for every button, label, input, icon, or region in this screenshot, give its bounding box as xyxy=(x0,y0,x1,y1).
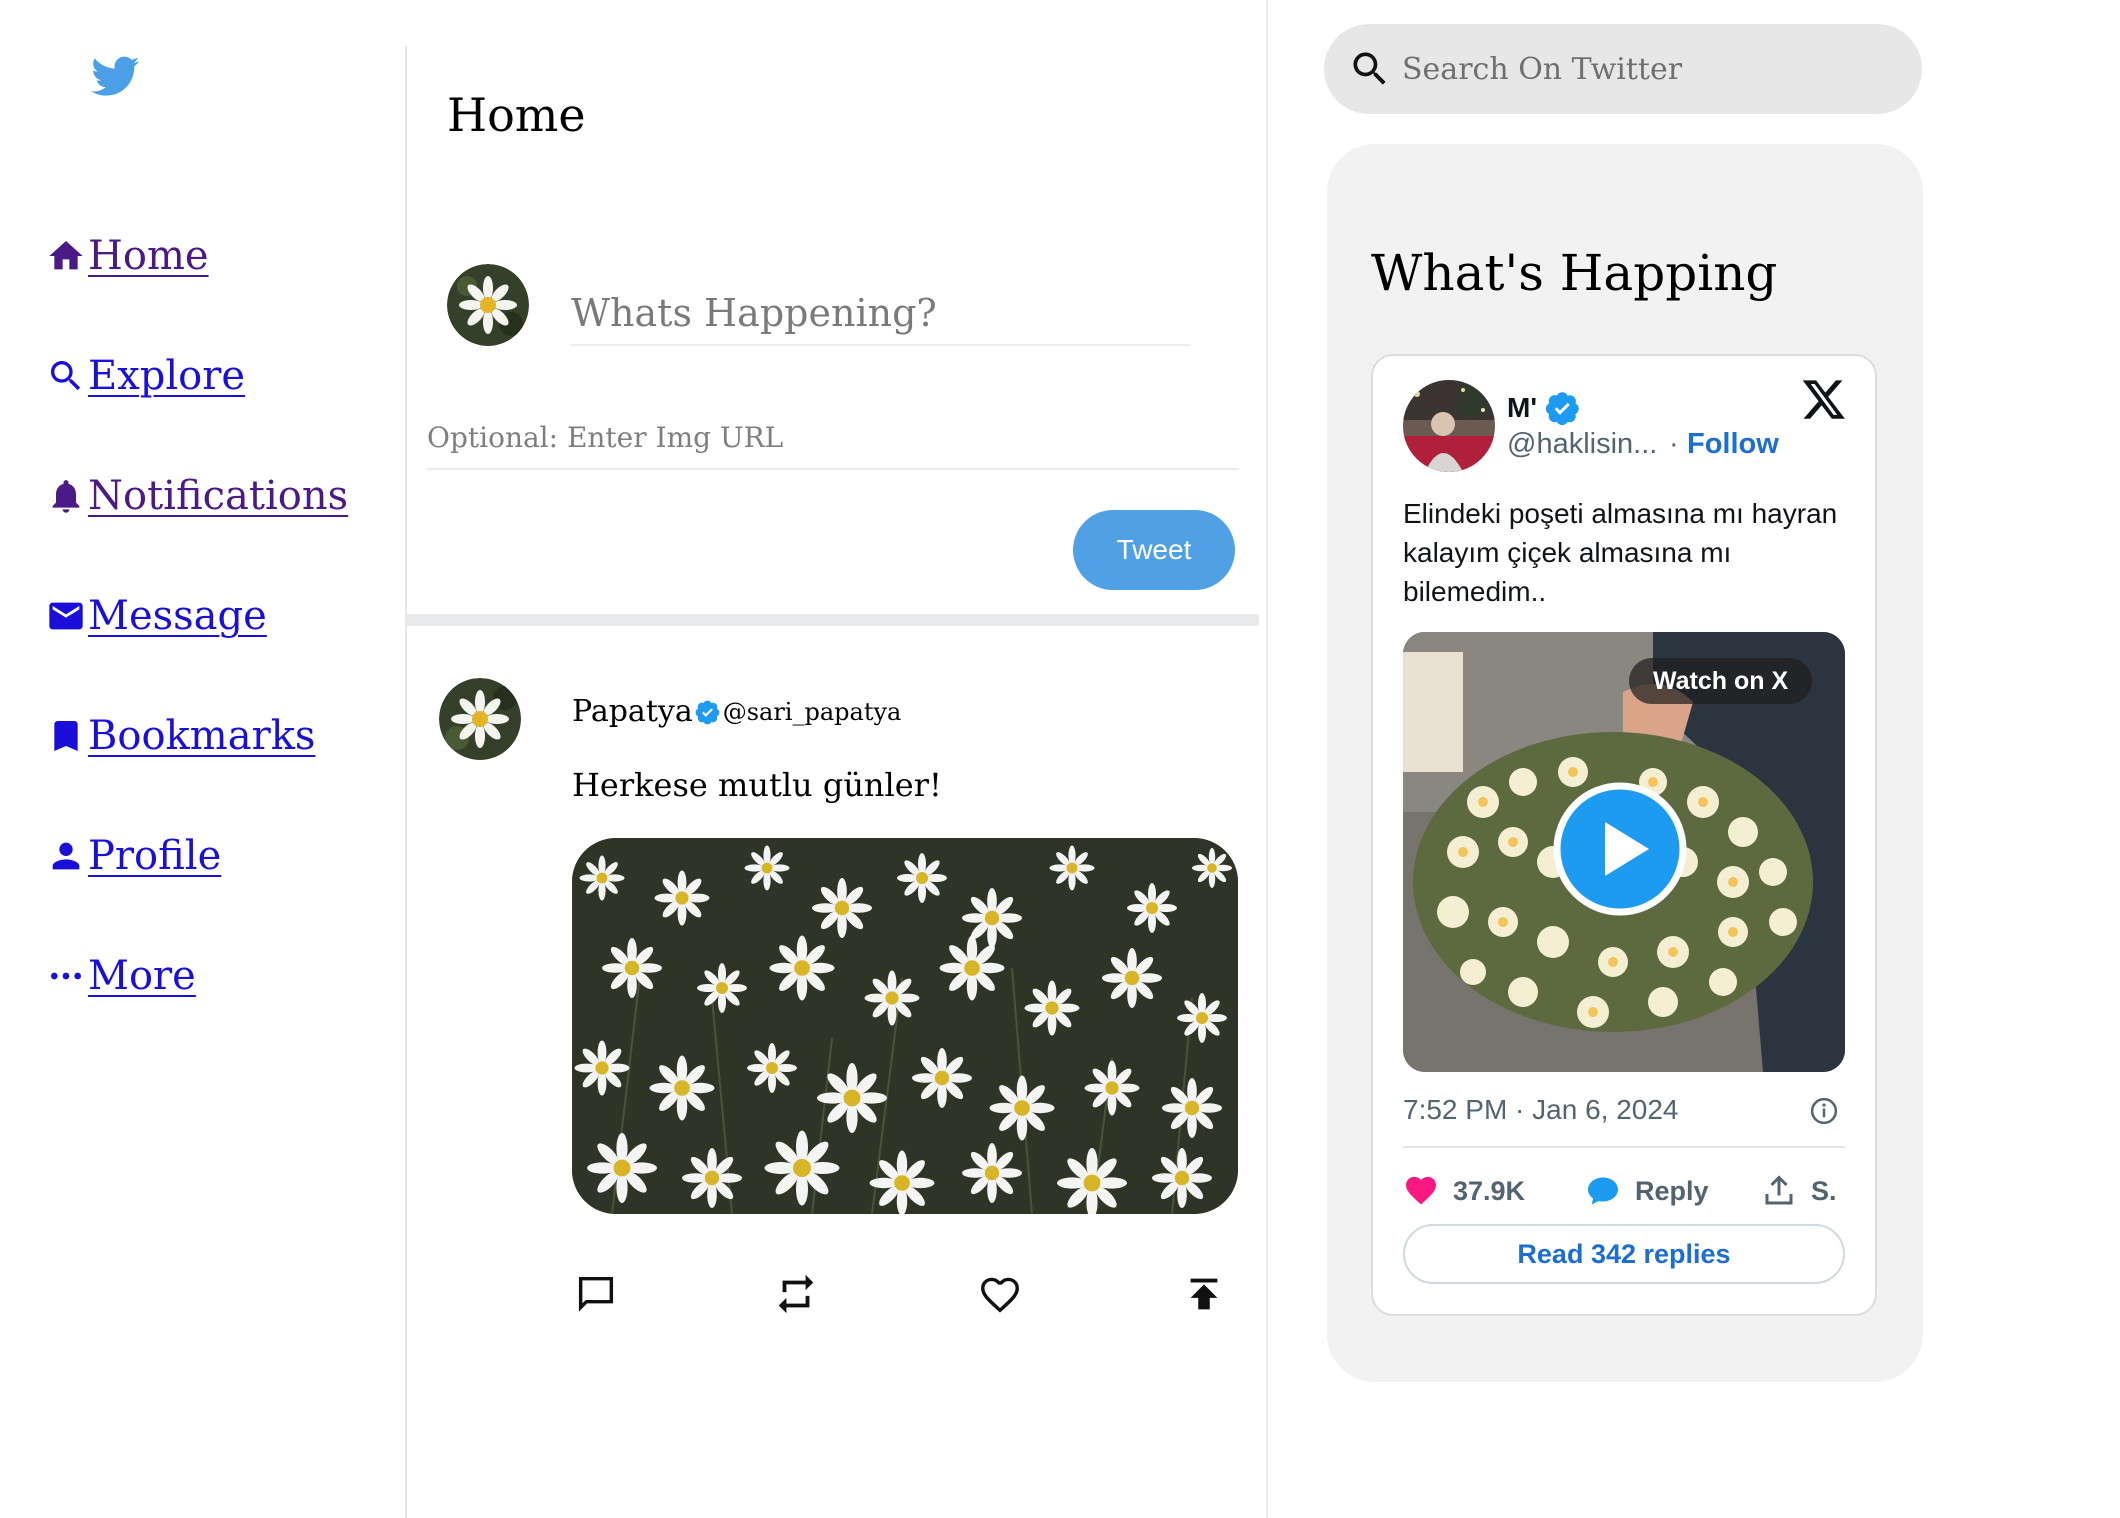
compose-avatar[interactable] xyxy=(447,264,529,346)
share-icon xyxy=(1765,1175,1793,1205)
post-avatar[interactable] xyxy=(439,678,521,760)
post-image[interactable] xyxy=(572,838,1238,1214)
post-text: Herkese mutlu günler! xyxy=(572,766,942,804)
person-icon xyxy=(46,836,86,876)
post-author-handle[interactable]: @sari_papatya xyxy=(723,698,902,726)
post-author-name[interactable]: Papatya xyxy=(572,694,693,729)
twitter-clone-page: Home Explore Notifications Message Bookm… xyxy=(0,0,2120,1518)
compose-tweet-input[interactable] xyxy=(571,282,1191,346)
post-header: Papatya @sari_papatya xyxy=(572,694,901,729)
heart-icon xyxy=(1406,1176,1436,1205)
bookmark-icon xyxy=(46,716,86,756)
bell-icon xyxy=(46,476,86,516)
whats-happening-panel: What's Happing M' @haklisin... · Follow … xyxy=(1327,144,1923,1382)
sidebar-item-label: Message xyxy=(88,593,267,639)
twitter-bird-icon[interactable] xyxy=(88,52,144,100)
search-bar[interactable] xyxy=(1324,24,1922,114)
info-icon[interactable] xyxy=(1809,1096,1839,1126)
embed-divider xyxy=(1403,1146,1845,1148)
embed-share-button[interactable]: S. xyxy=(1761,1166,1837,1216)
embed-actions: 37.9K Reply S. xyxy=(1403,1166,1853,1216)
more-dots-icon xyxy=(46,956,86,996)
sidebar-item-label: Home xyxy=(88,233,209,279)
x-logo-icon[interactable] xyxy=(1801,376,1847,422)
verified-badge-icon xyxy=(695,700,720,724)
embed-reply-button[interactable]: Reply xyxy=(1585,1166,1709,1216)
embed-author-name[interactable]: M' xyxy=(1507,390,1581,426)
sidebar-item-profile[interactable]: Profile xyxy=(46,796,348,916)
sidebar-item-label: Profile xyxy=(88,833,222,879)
watch-on-x-button[interactable]: Watch on X xyxy=(1629,658,1813,704)
embed-avatar[interactable] xyxy=(1403,380,1495,472)
sidebar-item-message[interactable]: Message xyxy=(46,556,348,676)
sidebar-item-notifications[interactable]: Notifications xyxy=(46,436,348,556)
embed-timestamp[interactable]: 7:52 PM · Jan 6, 2024 xyxy=(1403,1094,1679,1126)
follow-link[interactable]: Follow xyxy=(1687,428,1779,461)
comment-icon[interactable] xyxy=(572,1270,620,1318)
embed-like-button[interactable]: 37.9K xyxy=(1403,1166,1525,1216)
home-icon xyxy=(46,236,86,276)
search-icon xyxy=(46,356,86,396)
sidebar-item-explore[interactable]: Explore xyxy=(46,316,348,436)
share-label: S. xyxy=(1811,1175,1837,1206)
main-feed: Home Tweet xyxy=(407,0,1267,1518)
sidebar-item-home[interactable]: Home xyxy=(46,196,348,316)
sidebar-item-label: Explore xyxy=(88,353,246,399)
search-input[interactable] xyxy=(1402,51,1902,87)
like-heart-icon[interactable] xyxy=(976,1270,1024,1318)
sidebar: Home Explore Notifications Message Bookm… xyxy=(0,0,406,1518)
sidebar-item-label: More xyxy=(88,953,196,999)
sidebar-item-more[interactable]: More xyxy=(46,916,348,1036)
embed-author-name-text: M' xyxy=(1507,392,1537,423)
separator-dot: · xyxy=(1669,428,1679,460)
tweet-button[interactable]: Tweet xyxy=(1073,510,1235,590)
main-divider xyxy=(1266,0,1268,1518)
verified-badge-icon xyxy=(1545,392,1579,426)
search-icon xyxy=(1353,52,1386,85)
sidebar-item-label: Bookmarks xyxy=(88,713,316,759)
mail-icon xyxy=(46,596,86,636)
sidebar-item-bookmarks[interactable]: Bookmarks xyxy=(46,676,348,796)
read-replies-button[interactable]: Read 342 replies xyxy=(1403,1224,1845,1284)
trends-title: What's Happing xyxy=(1371,244,1778,302)
retweet-icon[interactable] xyxy=(772,1270,820,1318)
sidebar-nav: Home Explore Notifications Message Bookm… xyxy=(46,196,348,1036)
embed-author-handle[interactable]: @haklisin... xyxy=(1507,428,1657,461)
compose-divider xyxy=(407,614,1259,626)
image-url-input[interactable] xyxy=(427,406,1239,470)
embedded-tweet[interactable]: M' @haklisin... · Follow Elindeki poşeti… xyxy=(1371,354,1877,1316)
share-upload-icon[interactable] xyxy=(1180,1270,1228,1318)
play-icon[interactable] xyxy=(1553,782,1687,916)
like-count: 37.9K xyxy=(1453,1175,1526,1206)
sidebar-item-label: Notifications xyxy=(88,473,349,519)
page-title: Home xyxy=(447,88,586,142)
reply-label: Reply xyxy=(1635,1175,1709,1206)
reply-bubble-icon xyxy=(1588,1177,1618,1205)
embed-video-thumbnail[interactable]: Watch on X xyxy=(1403,632,1845,1072)
post-actions xyxy=(572,1270,1262,1318)
embed-tweet-text: Elindeki poşeti almasına mı hayran kalay… xyxy=(1403,498,1838,607)
